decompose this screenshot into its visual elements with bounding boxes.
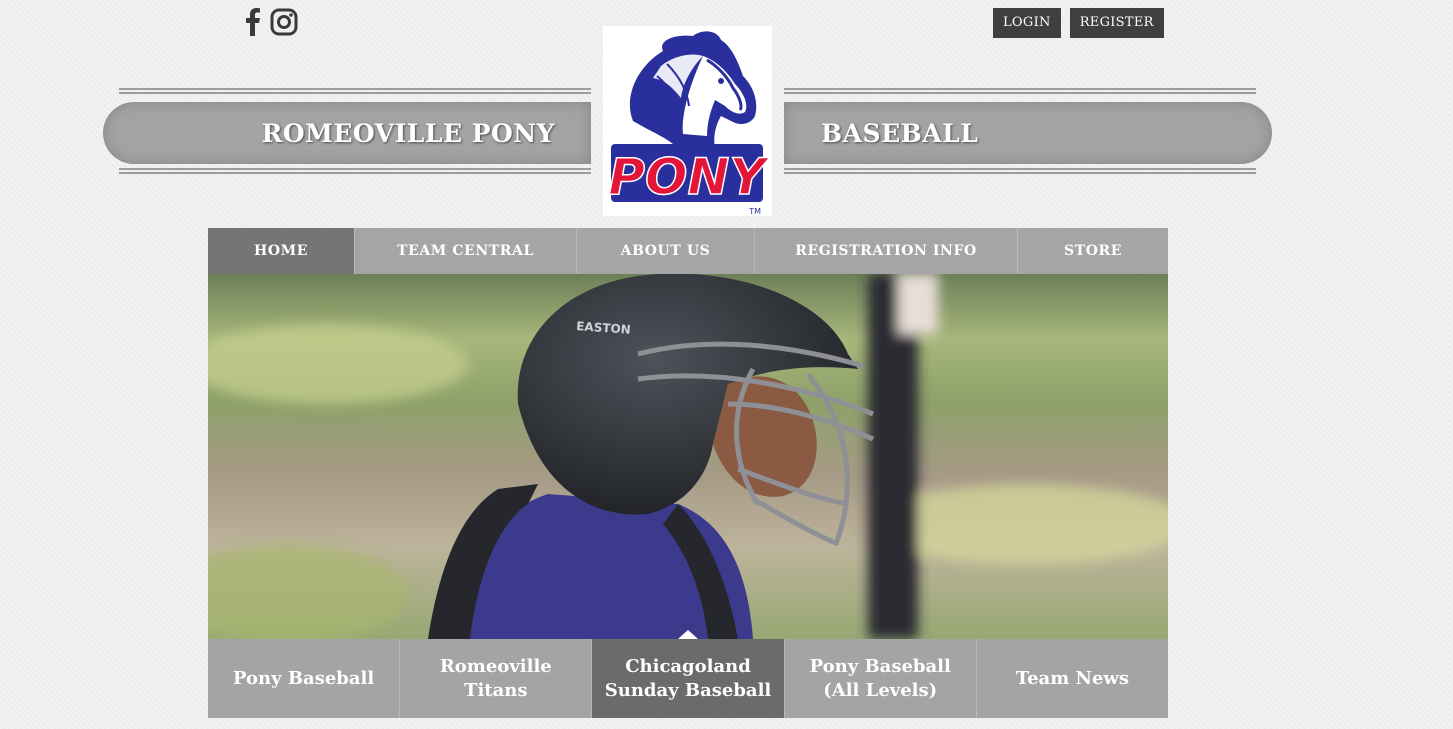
nav-team-central[interactable]: TEAM CENTRAL <box>355 228 577 274</box>
nav-registration-info[interactable]: REGISTRATION INFO <box>755 228 1018 274</box>
slide-tab-team-news[interactable]: Team News <box>977 639 1168 718</box>
header-banner-right: BASEBALL <box>784 88 1272 178</box>
pony-logo[interactable]: PONY TM <box>603 26 772 216</box>
login-button[interactable]: LOGIN <box>993 8 1061 38</box>
slide-tab-romeoville-titans[interactable]: Romeoville Titans <box>400 639 593 718</box>
site-title-right: BASEBALL <box>821 118 979 148</box>
slide-tab-chicagoland-sunday[interactable]: Chicagoland Sunday Baseball <box>592 630 785 718</box>
nav-about-us[interactable]: ABOUT US <box>577 228 755 274</box>
register-button[interactable]: REGISTER <box>1069 8 1164 38</box>
facebook-icon[interactable] <box>242 8 264 36</box>
hero-slide-image[interactable]: EASTON <box>208 274 1168 639</box>
slide-tab-pony-all-levels[interactable]: Pony Baseball (All Levels) <box>785 639 977 718</box>
nav-home[interactable]: HOME <box>208 228 355 274</box>
auth-links: LOGIN REGISTER <box>993 8 1164 38</box>
header-banner-left: ROMEOVILLE PONY <box>103 88 591 178</box>
main-nav: HOME TEAM CENTRAL ABOUT US REGISTRATION … <box>208 228 1168 274</box>
social-links <box>242 8 298 36</box>
slide-tab-pony-baseball[interactable]: Pony Baseball <box>208 639 401 718</box>
slide-navigation: Pony Baseball Romeoville Titans Chicagol… <box>208 630 1168 718</box>
logo-trademark: TM <box>748 207 761 216</box>
logo-text: PONY <box>608 148 770 206</box>
instagram-icon[interactable] <box>270 8 298 36</box>
nav-store[interactable]: STORE <box>1018 228 1168 274</box>
site-title-left: ROMEOVILLE PONY <box>261 118 555 148</box>
